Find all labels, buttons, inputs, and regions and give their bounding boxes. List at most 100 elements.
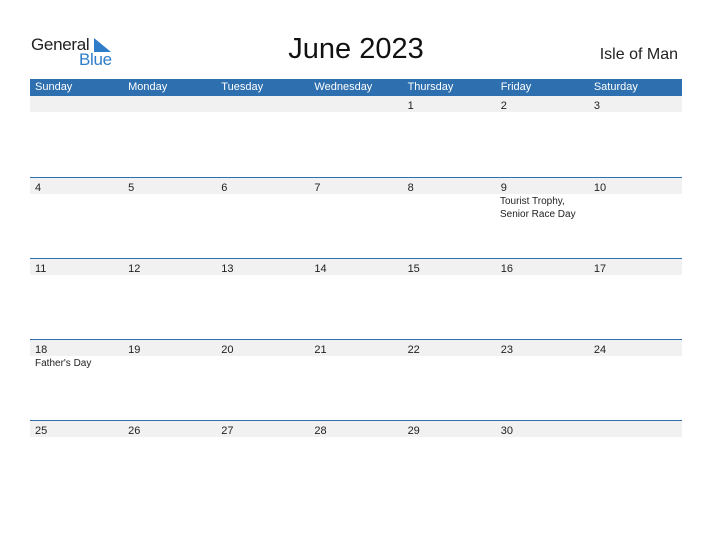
day-number: 7 xyxy=(314,182,321,194)
day-event xyxy=(495,112,588,113)
day-number: 24 xyxy=(593,344,607,356)
day-cell: 6 xyxy=(216,178,309,194)
week-row: 1 2 3 xyxy=(30,96,682,177)
day-number: 20 xyxy=(221,344,234,356)
day-event xyxy=(123,194,216,221)
events-row xyxy=(30,112,682,113)
day-cell: 7 xyxy=(309,178,402,194)
day-cell: 25 xyxy=(30,421,123,437)
day-event xyxy=(588,194,681,221)
day-cell: 15 xyxy=(403,259,496,275)
week-row: 25 26 27 28 29 30 xyxy=(30,420,682,501)
day-event xyxy=(216,437,309,438)
day-number: 18 xyxy=(35,344,48,356)
day-number: 29 xyxy=(407,425,420,437)
day-cell xyxy=(216,96,309,112)
weekday-sunday: Sunday xyxy=(35,81,73,93)
day-cell xyxy=(589,421,682,437)
day-event: Father's Day xyxy=(35,358,92,369)
day-number: 21 xyxy=(314,344,327,356)
day-event xyxy=(30,194,123,221)
events-row xyxy=(30,275,682,276)
day-number: 6 xyxy=(221,182,228,194)
day-event xyxy=(309,275,402,276)
date-strip: 4 5 6 7 8 9 10 xyxy=(30,178,682,194)
day-cell: 28 xyxy=(309,421,402,437)
weekday-wednesday: Wednesday xyxy=(314,81,373,93)
day-event xyxy=(402,194,495,221)
day-cell: 23 xyxy=(496,340,589,356)
day-event xyxy=(123,437,216,438)
day-event xyxy=(216,112,309,113)
weekday-friday: Friday xyxy=(500,81,532,93)
day-number: 1 xyxy=(407,100,414,112)
day-cell: 16 xyxy=(496,259,589,275)
day-event xyxy=(30,112,123,113)
day-event xyxy=(123,356,216,370)
day-event xyxy=(309,194,402,221)
day-cell: 18 xyxy=(30,340,123,356)
week-row: 18 19 20 21 22 23 24 Father's Day xyxy=(30,339,682,420)
day-event xyxy=(402,275,495,276)
day-number: 16 xyxy=(500,263,513,275)
day-cell: 1 xyxy=(403,96,496,112)
day-event xyxy=(216,275,309,276)
day-event xyxy=(123,275,216,276)
day-number: 23 xyxy=(500,344,513,356)
date-strip: 11 12 13 14 15 16 17 xyxy=(30,259,682,275)
weekday-monday: Monday xyxy=(128,81,168,93)
weekday-tuesday: Tuesday xyxy=(221,81,264,93)
day-event xyxy=(402,437,495,438)
day-cell: 5 xyxy=(123,178,216,194)
day-number: 27 xyxy=(221,425,234,437)
events-row: Father's Day xyxy=(30,356,682,370)
day-number: 3 xyxy=(593,100,600,112)
day-cell: 30 xyxy=(496,421,589,437)
weekday-saturday: Saturday xyxy=(593,81,638,93)
day-cell: 13 xyxy=(216,259,309,275)
day-event xyxy=(309,356,402,370)
day-event xyxy=(402,112,495,113)
calendar-grid: Sunday Monday Tuesday Wednesday Thursday… xyxy=(30,79,682,501)
day-number: 5 xyxy=(128,182,135,194)
day-event xyxy=(588,437,681,438)
day-number: 15 xyxy=(407,263,420,275)
day-cell: 29 xyxy=(403,421,496,437)
day-event xyxy=(309,437,402,438)
date-strip: 18 19 20 21 22 23 24 xyxy=(30,340,682,356)
day-cell: 19 xyxy=(123,340,216,356)
day-number: 9 xyxy=(500,182,507,194)
day-cell xyxy=(123,96,216,112)
day-event xyxy=(495,356,588,370)
week-row: 11 12 13 14 15 16 17 xyxy=(30,258,682,339)
day-cell: 3 xyxy=(589,96,682,112)
day-cell: 10 xyxy=(589,178,682,194)
day-cell: 2 xyxy=(496,96,589,112)
day-event xyxy=(588,356,681,370)
day-number: 11 xyxy=(35,263,47,275)
day-number: 13 xyxy=(221,263,234,275)
day-cell: 17 xyxy=(589,259,682,275)
date-strip: 25 26 27 28 29 30 xyxy=(30,421,682,437)
day-event xyxy=(216,194,309,221)
events-row xyxy=(30,437,682,438)
week-row: 4 5 6 7 8 9 10 Tourist Trophy, Senior Race Day xyxy=(30,177,682,258)
day-event xyxy=(588,112,681,113)
day-event: Tourist Trophy, Senior Race Day xyxy=(500,196,576,220)
day-cell: 22 xyxy=(403,340,496,356)
day-cell xyxy=(30,96,123,112)
day-cell: 26 xyxy=(123,421,216,437)
day-number: 2 xyxy=(500,100,507,112)
day-number: 22 xyxy=(407,344,420,356)
day-number: 26 xyxy=(128,425,141,437)
day-cell: 14 xyxy=(309,259,402,275)
day-number: 30 xyxy=(500,425,513,437)
day-cell: 24 xyxy=(589,340,682,356)
day-cell: 11 xyxy=(30,259,123,275)
day-event xyxy=(588,275,681,276)
day-cell: 21 xyxy=(309,340,402,356)
day-cell: 12 xyxy=(123,259,216,275)
day-cell xyxy=(309,96,402,112)
events-row: Tourist Trophy, Senior Race Day xyxy=(30,194,682,221)
day-number: 17 xyxy=(593,263,607,275)
